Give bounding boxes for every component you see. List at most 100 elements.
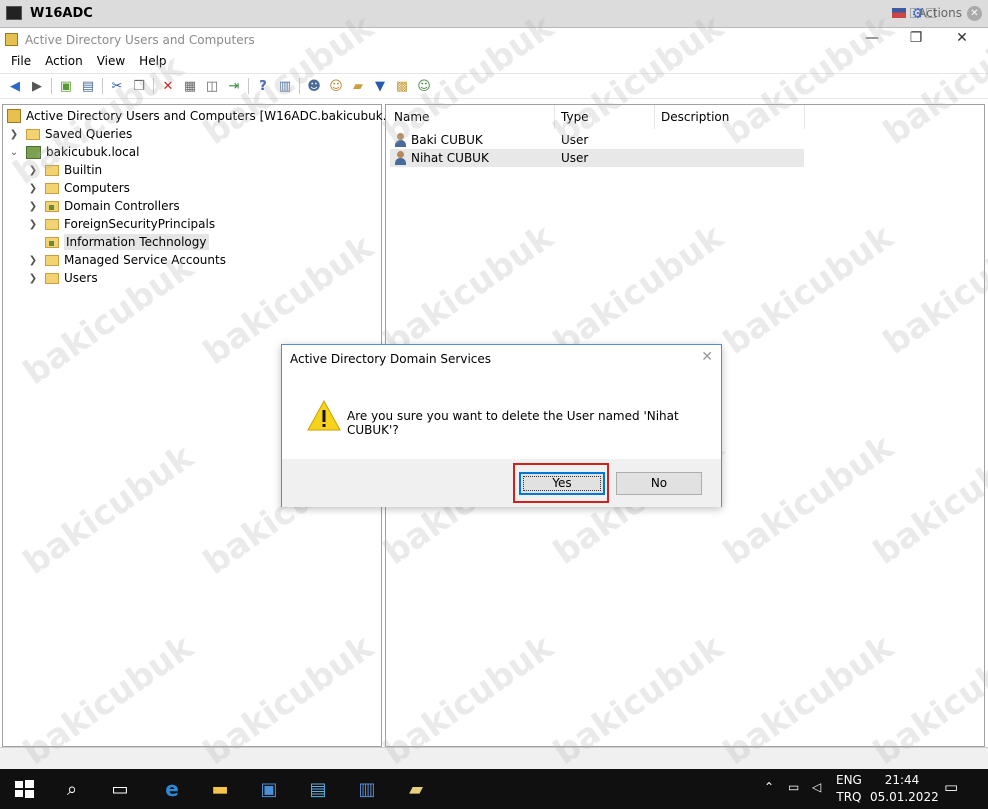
aduc-taskbar-icon[interactable]: ▰ [404, 777, 428, 801]
cut-icon[interactable]: ✂ [106, 76, 128, 96]
column-header-type[interactable]: Type [555, 105, 655, 129]
tree-item-label: Managed Service Accounts [64, 253, 226, 267]
delete-icon[interactable]: ✕ [157, 76, 179, 96]
toolbar-separator [296, 76, 303, 96]
help-icon[interactable]: ? [252, 76, 274, 96]
chevron-right-icon[interactable]: ❯ [26, 255, 40, 266]
export-icon[interactable]: ⇥ [223, 76, 245, 96]
dialog-button-bar: Yes No [282, 459, 721, 507]
hyperv-icon[interactable]: ▥ [355, 777, 379, 801]
create-user-icon[interactable]: ☻ [303, 76, 325, 96]
folder-icon [45, 272, 59, 284]
task-view-icon[interactable]: ▭ [108, 777, 132, 801]
language-top: ENG [836, 773, 862, 787]
clock-time: 21:44 [884, 773, 920, 787]
tree-root[interactable]: Active Directory Users and Computers [W1… [7, 107, 419, 125]
language-bottom: TRQ [836, 790, 862, 804]
tree-item-computers[interactable]: ❯ Computers [26, 179, 130, 197]
add-to-group-icon[interactable]: ☺ [413, 76, 435, 96]
column-header-name[interactable]: Name [388, 105, 555, 129]
tree-item-information-technology[interactable]: Information Technology [26, 233, 209, 251]
chevron-up-icon[interactable]: ⌃ [764, 779, 774, 796]
filter-icon[interactable]: ▼ [369, 76, 391, 96]
dialog-message: Are you sure you want to delete the User… [347, 409, 679, 437]
minimize-button[interactable]: — [852, 30, 892, 50]
tree-item-label: Domain Controllers [64, 199, 180, 213]
domain-icon [26, 145, 41, 159]
powershell-icon[interactable]: ▤ [306, 777, 330, 801]
console-tree-icon[interactable]: ▤ [77, 76, 99, 96]
create-ou-icon[interactable]: ▰ [347, 76, 369, 96]
folder-icon [45, 182, 59, 194]
tree-item-label: Users [64, 271, 98, 285]
menu-action[interactable]: Action [38, 52, 90, 72]
tree-item-domain-controllers[interactable]: ❯ Domain Controllers [26, 197, 180, 215]
tree-item-label: Builtin [64, 163, 103, 177]
chevron-right-icon[interactable]: ❯ [26, 165, 40, 176]
tree-item-domain[interactable]: ⌄ bakicubuk.local [7, 143, 140, 161]
list-row[interactable]: Baki CUBUK User [390, 131, 804, 149]
chevron-right-icon[interactable]: ❯ [26, 219, 40, 230]
chevron-down-icon[interactable]: ⌄ [7, 147, 21, 158]
tree-root-label: Active Directory Users and Computers [W1… [26, 109, 420, 123]
clock[interactable]: 21:44 05.01.2022 [870, 772, 939, 806]
no-button[interactable]: No [616, 472, 702, 495]
mmc-icon[interactable]: ▥ [274, 76, 296, 96]
properties-icon[interactable]: ▦ [179, 76, 201, 96]
toolbar-separator [48, 76, 55, 96]
tree-item-managed-service-accounts[interactable]: ❯ Managed Service Accounts [26, 251, 226, 269]
volume-muted-icon[interactable]: ◁ [812, 779, 821, 796]
aduc-app-icon [5, 33, 18, 46]
tree-item-users[interactable]: ❯ Users [26, 269, 98, 287]
chevron-right-icon[interactable]: ❯ [26, 183, 40, 194]
taskbar: ⌕ ▭ e ▬ ▣ ▤ ▥ ▰ ⌃ ▭ ◁ ENG TRQ 21:44 05.0… [0, 769, 988, 809]
warning-icon [307, 399, 341, 431]
menu-help[interactable]: Help [132, 52, 173, 72]
vm-close-icon[interactable]: ✕ [967, 6, 982, 21]
ou-folder-icon [45, 200, 59, 212]
find-icon[interactable]: ▩ [391, 76, 413, 96]
menu-view[interactable]: View [90, 52, 132, 72]
row-type: User [561, 133, 589, 147]
chevron-right-icon[interactable]: ❯ [26, 201, 40, 212]
tree-item-label: Computers [64, 181, 130, 195]
menu-file[interactable]: File [4, 52, 38, 72]
tree-item-label: ForeignSecurityPrincipals [64, 217, 216, 231]
tree-item-builtin[interactable]: ❯ Builtin [26, 161, 102, 179]
chevron-right-icon[interactable]: ❯ [26, 273, 40, 284]
server-manager-icon[interactable]: ▣ [257, 777, 281, 801]
tree-item-foreign-security-principals[interactable]: ❯ ForeignSecurityPrincipals [26, 215, 215, 233]
create-group-icon[interactable]: ☺ [325, 76, 347, 96]
row-type: User [561, 151, 589, 165]
internet-explorer-icon[interactable]: e [160, 777, 184, 801]
file-explorer-icon[interactable]: ▬ [208, 777, 232, 801]
actions-button[interactable]: Actions [918, 6, 962, 20]
toolbar-separator [150, 76, 157, 96]
copy-icon[interactable]: ❐ [128, 76, 150, 96]
tree-item-saved-queries[interactable]: ❯ Saved Queries [7, 125, 132, 143]
dialog-close-icon[interactable]: ✕ [701, 349, 713, 365]
notifications-icon[interactable]: ▭ [944, 779, 958, 796]
search-icon[interactable]: ⌕ [60, 777, 84, 801]
restore-button[interactable]: ❐ [896, 30, 936, 50]
language-indicator[interactable]: ENG TRQ [836, 772, 862, 806]
back-arrow-icon[interactable]: ◀ [4, 76, 26, 96]
list-row-selected[interactable]: Nihat CUBUK User [390, 149, 804, 167]
refresh-icon[interactable]: ◫ [201, 76, 223, 96]
menu-bar: File Action View Help [0, 52, 988, 72]
user-icon [394, 151, 407, 165]
close-button[interactable]: ✕ [942, 30, 982, 50]
vm-title-bar: W16ADC ⚙ Actions ✕ [0, 0, 988, 28]
column-header-description[interactable]: Description [655, 105, 805, 129]
toolbar-separator [245, 76, 252, 96]
chevron-right-icon[interactable]: ❯ [7, 129, 21, 140]
tree-item-label: Information Technology [64, 234, 209, 250]
dialog-title: Active Directory Domain Services [290, 352, 492, 366]
network-icon[interactable]: ▭ [788, 779, 799, 796]
user-icon [394, 133, 407, 147]
up-folder-icon[interactable]: ▣ [55, 76, 77, 96]
windows-start-icon[interactable] [12, 777, 36, 801]
window-title-bar: Active Directory Users and Computers — ❐… [0, 28, 988, 52]
folder-icon [26, 128, 40, 140]
forward-arrow-icon[interactable]: ▶ [26, 76, 48, 96]
